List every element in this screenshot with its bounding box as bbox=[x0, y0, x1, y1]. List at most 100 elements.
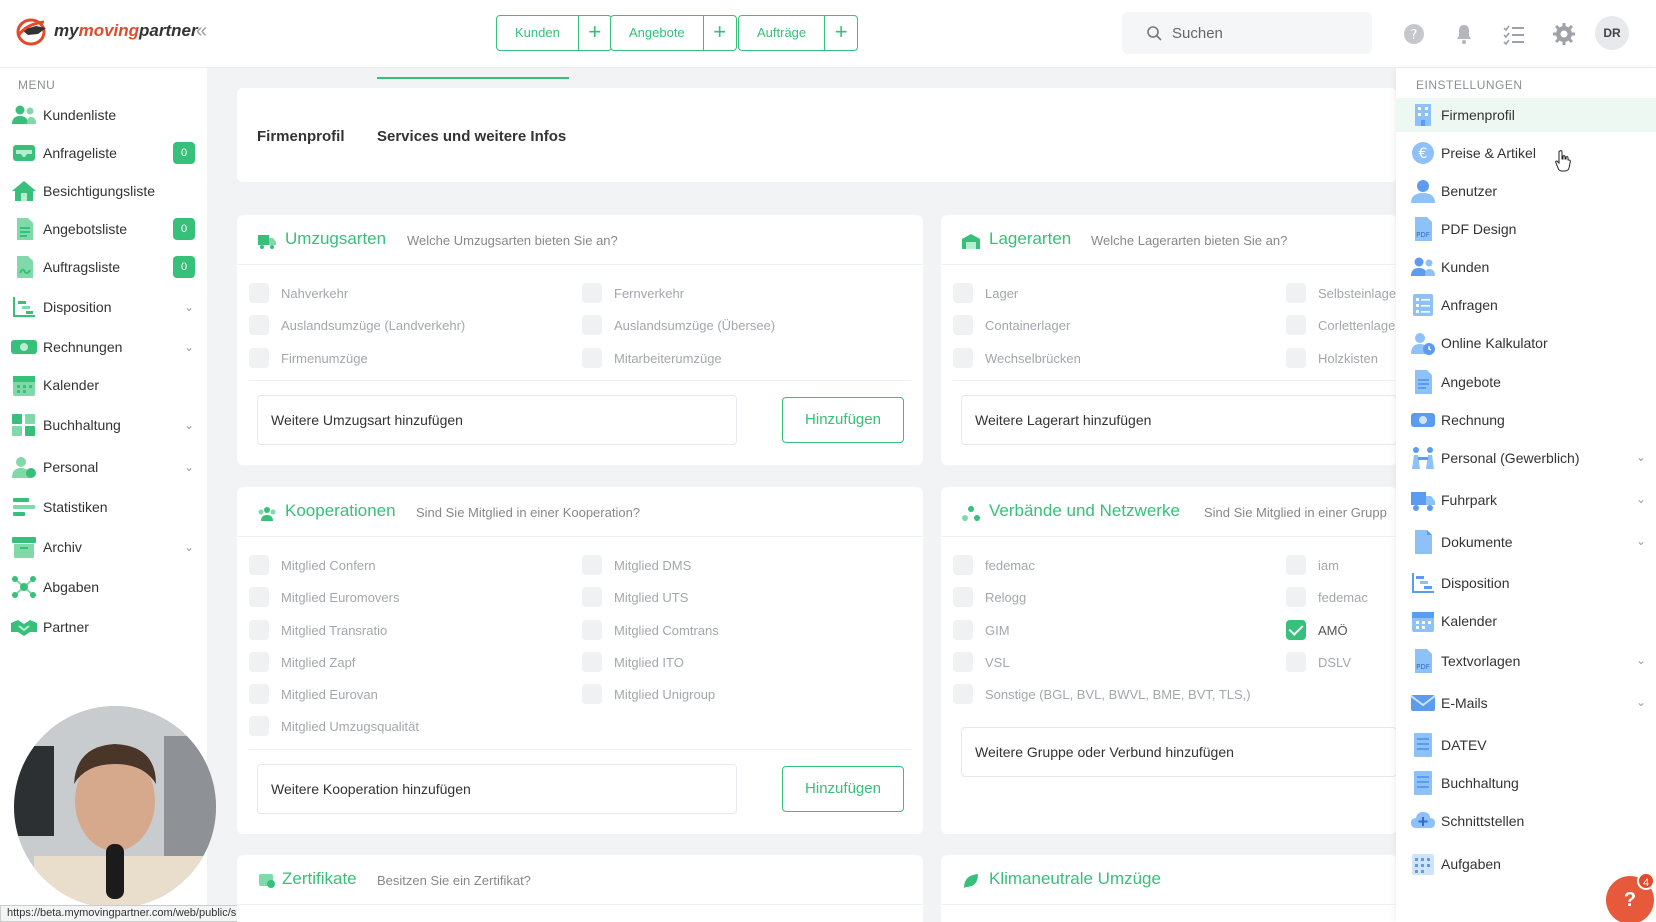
settings-item-emails[interactable]: E-Mails ⌄ bbox=[1396, 686, 1656, 720]
checkbox-nahverkehr[interactable]: Nahverkehr bbox=[249, 283, 348, 303]
checkbox-firmenumzuege[interactable]: Firmenumzüge bbox=[249, 348, 368, 368]
checkbox-unigroup[interactable]: Mitglied Unigroup bbox=[582, 684, 715, 704]
settings-item-benutzer[interactable]: Benutzer bbox=[1396, 174, 1656, 208]
checkbox[interactable] bbox=[582, 348, 602, 368]
checkbox-fernverkehr[interactable]: Fernverkehr bbox=[582, 283, 684, 303]
settings-item-firmenprofil[interactable]: Firmenprofil bbox=[1396, 98, 1656, 132]
checkbox[interactable] bbox=[249, 620, 269, 640]
settings-item-kunden[interactable]: Kunden bbox=[1396, 250, 1656, 284]
sidebar-item-rechnungen[interactable]: Rechnungen ⌄ bbox=[0, 332, 207, 362]
add-auftraege-icon[interactable]: + bbox=[825, 16, 857, 50]
checkbox-lager[interactable]: Lager bbox=[953, 283, 1018, 303]
checkbox[interactable] bbox=[582, 283, 602, 303]
checkbox[interactable] bbox=[953, 652, 973, 672]
settings-item-disposition[interactable]: Disposition bbox=[1396, 566, 1656, 600]
checkbox-iam[interactable]: iam bbox=[1286, 555, 1339, 575]
checkbox[interactable] bbox=[582, 315, 602, 335]
checkbox-amoe[interactable]: AMÖ bbox=[1286, 620, 1348, 640]
checkbox[interactable] bbox=[953, 315, 973, 335]
add-kooperation-input[interactable]: Weitere Kooperation hinzufügen bbox=[257, 764, 737, 814]
checkbox[interactable] bbox=[953, 684, 973, 704]
settings-item-anfragen[interactable]: Anfragen bbox=[1396, 288, 1656, 322]
checkbox[interactable] bbox=[582, 555, 602, 575]
checkbox-ito[interactable]: Mitglied ITO bbox=[582, 652, 684, 672]
checkbox[interactable] bbox=[1286, 555, 1306, 575]
checkbox[interactable] bbox=[1286, 587, 1306, 607]
settings-item-kalender[interactable]: Kalender bbox=[1396, 604, 1656, 638]
checkbox-fedemac[interactable]: fedemac bbox=[953, 555, 1035, 575]
quick-angebote-button[interactable]: Angebote bbox=[611, 16, 704, 50]
checklist-icon[interactable] bbox=[1500, 20, 1528, 48]
sidebar-item-disposition[interactable]: Disposition ⌄ bbox=[0, 292, 207, 322]
checkbox-wechselbruecken[interactable]: Wechselbrücken bbox=[953, 348, 1081, 368]
add-kunden-icon[interactable]: + bbox=[579, 16, 611, 50]
checkbox-umzugsqualitaet[interactable]: Mitglied Umzugsqualität bbox=[249, 716, 419, 736]
checkbox[interactable] bbox=[582, 652, 602, 672]
checkbox-ausland-uebersee[interactable]: Auslandsumzüge (Übersee) bbox=[582, 315, 775, 335]
sidebar-item-auftragsliste[interactable]: Auftragsliste 0 bbox=[0, 252, 207, 282]
sidebar-item-buchhaltung[interactable]: Buchhaltung ⌄ bbox=[0, 410, 207, 440]
checkbox-transratio[interactable]: Mitglied Transratio bbox=[249, 620, 387, 640]
checkbox[interactable] bbox=[953, 555, 973, 575]
logo[interactable]: mymovingpartner bbox=[16, 16, 198, 46]
settings-item-textvorlagen[interactable]: PDF Textvorlagen ⌄ bbox=[1396, 644, 1656, 678]
checkbox[interactable] bbox=[249, 315, 269, 335]
settings-item-online-kalkulator[interactable]: Online Kalkulator bbox=[1396, 326, 1656, 360]
tab-services[interactable]: Services und weitere Infos bbox=[377, 128, 566, 145]
checkbox[interactable] bbox=[582, 684, 602, 704]
checkbox[interactable] bbox=[1286, 283, 1306, 303]
search-input[interactable]: Suchen bbox=[1122, 12, 1372, 54]
user-avatar[interactable]: DR bbox=[1595, 16, 1629, 50]
checkbox[interactable] bbox=[953, 620, 973, 640]
checkbox-eurovan[interactable]: Mitglied Eurovan bbox=[249, 684, 378, 704]
checkbox-checked[interactable] bbox=[1286, 620, 1306, 640]
sidebar-item-angebotsliste[interactable]: Angebotsliste 0 bbox=[0, 214, 207, 244]
tab-firmenprofil[interactable]: Firmenprofil bbox=[257, 128, 345, 145]
settings-item-datev[interactable]: DATEV bbox=[1396, 728, 1656, 762]
checkbox[interactable] bbox=[249, 555, 269, 575]
checkbox-holzkisten[interactable]: Holzkisten bbox=[1286, 348, 1378, 368]
sidebar-item-abgaben[interactable]: Abgaben bbox=[0, 572, 207, 602]
checkbox[interactable] bbox=[249, 283, 269, 303]
checkbox-fedemac-2[interactable]: fedemac bbox=[1286, 587, 1368, 607]
checkbox[interactable] bbox=[249, 652, 269, 672]
help-icon[interactable]: ? bbox=[1400, 20, 1428, 48]
add-lagerart-input[interactable]: Weitere Lagerart hinzufügen bbox=[961, 395, 1397, 445]
checkbox-vsl[interactable]: VSL bbox=[953, 652, 1010, 672]
checkbox[interactable] bbox=[582, 620, 602, 640]
checkbox[interactable] bbox=[249, 587, 269, 607]
sidebar-item-besichtigungsliste[interactable]: Besichtigungsliste bbox=[0, 176, 207, 206]
checkbox-confern[interactable]: Mitglied Confern bbox=[249, 555, 376, 575]
add-umzugsart-input[interactable]: Weitere Umzugsart hinzufügen bbox=[257, 395, 737, 445]
bell-icon[interactable] bbox=[1450, 20, 1478, 48]
settings-item-personal[interactable]: Personal (Gewerblich) ⌄ bbox=[1396, 441, 1656, 475]
sidebar-item-partner[interactable]: Partner bbox=[0, 612, 207, 642]
settings-item-pdf-design[interactable]: PDF PDF Design bbox=[1396, 212, 1656, 246]
checkbox-euromovers[interactable]: Mitglied Euromovers bbox=[249, 587, 400, 607]
checkbox-mitarbeiterumzuege[interactable]: Mitarbeiterumzüge bbox=[582, 348, 722, 368]
checkbox[interactable] bbox=[582, 587, 602, 607]
quick-auftraege-button[interactable]: Aufträge bbox=[739, 16, 826, 50]
checkbox[interactable] bbox=[249, 684, 269, 704]
checkbox-relogg[interactable]: Relogg bbox=[953, 587, 1026, 607]
checkbox-sonstige[interactable]: Sonstige (BGL, BVL, BWVL, BME, BVT, TLS,… bbox=[953, 684, 1251, 704]
gear-icon[interactable] bbox=[1550, 20, 1578, 48]
checkbox[interactable] bbox=[1286, 348, 1306, 368]
checkbox[interactable] bbox=[249, 348, 269, 368]
settings-item-schnittstellen[interactable]: Schnittstellen bbox=[1396, 804, 1656, 838]
checkbox-uts[interactable]: Mitglied UTS bbox=[582, 587, 688, 607]
settings-item-dokumente[interactable]: Dokumente ⌄ bbox=[1396, 525, 1656, 559]
settings-item-fuhrpark[interactable]: Fuhrpark ⌄ bbox=[1396, 483, 1656, 517]
checkbox-comtrans[interactable]: Mitglied Comtrans bbox=[582, 620, 719, 640]
add-angebote-icon[interactable]: + bbox=[704, 16, 736, 50]
checkbox-dms[interactable]: Mitglied DMS bbox=[582, 555, 691, 575]
checkbox-dslv[interactable]: DSLV bbox=[1286, 652, 1351, 672]
checkbox-containerlager[interactable]: Containerlager bbox=[953, 315, 1070, 335]
sidebar-item-kalender[interactable]: Kalender bbox=[0, 370, 207, 400]
add-verbund-input[interactable]: Weitere Gruppe oder Verbund hinzufügen bbox=[961, 727, 1397, 777]
checkbox[interactable] bbox=[953, 283, 973, 303]
settings-item-preise[interactable]: € Preise & Artikel bbox=[1396, 136, 1656, 170]
quick-kunden-button[interactable]: Kunden bbox=[497, 16, 579, 50]
settings-item-angebote[interactable]: Angebote bbox=[1396, 365, 1656, 399]
checkbox[interactable] bbox=[249, 716, 269, 736]
